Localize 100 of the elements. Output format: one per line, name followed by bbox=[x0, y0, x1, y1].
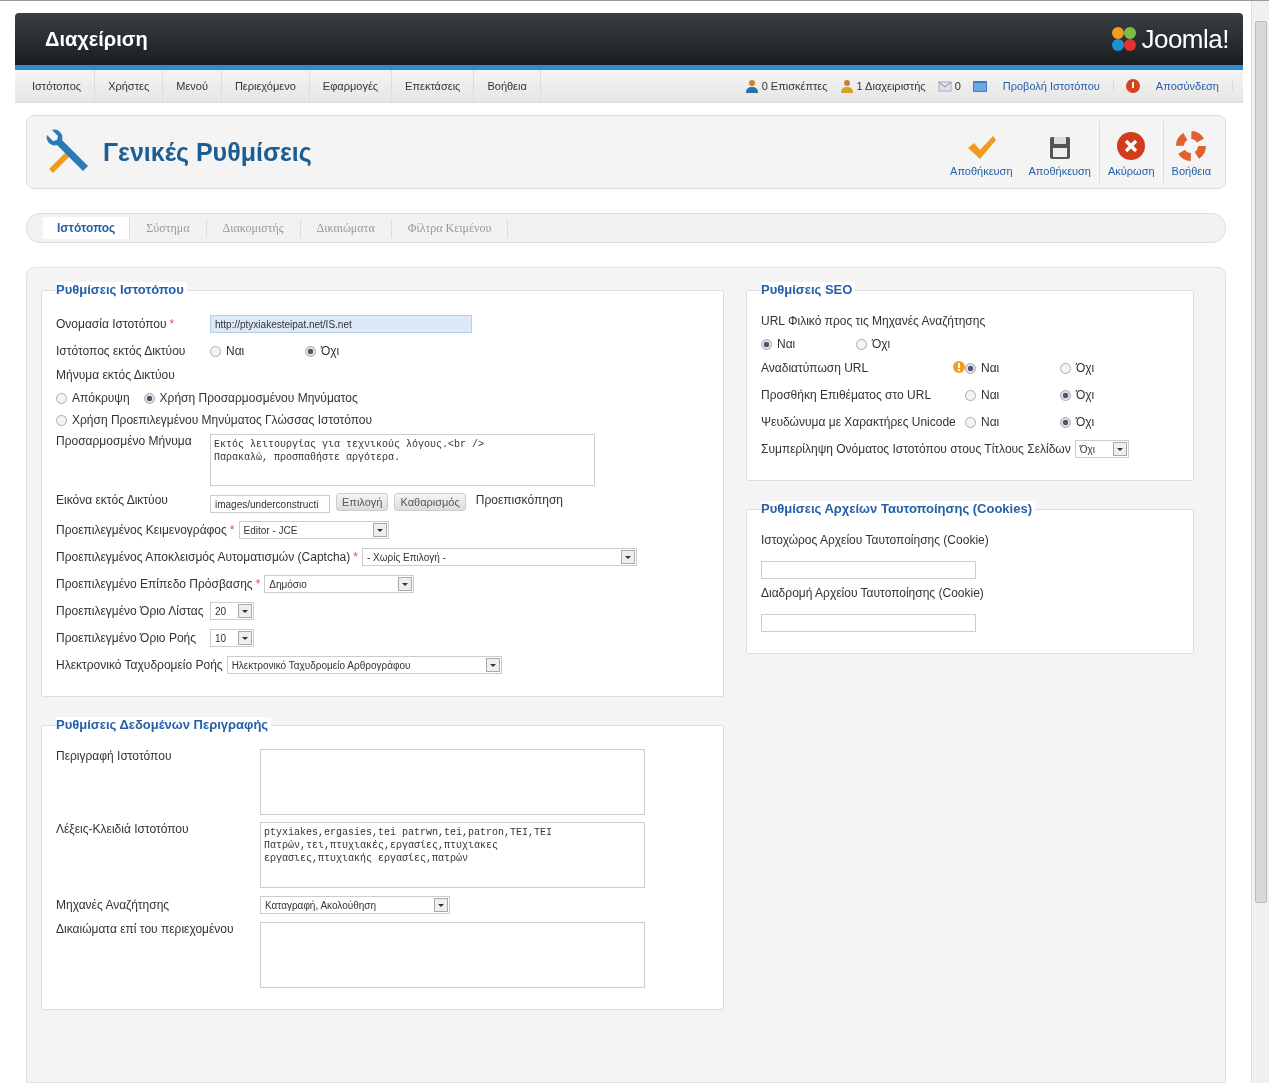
fieldset-legend: Ρυθμίσεις SEO bbox=[761, 282, 856, 297]
field-label: Προεπιλεγμένος Αποκλεισμός Αυτοματισμών (Captcha) bbox=[56, 550, 351, 564]
radio-button[interactable] bbox=[1060, 362, 1071, 374]
caret-icon bbox=[238, 604, 252, 618]
tab[interactable]: Ιστότοπος bbox=[43, 217, 131, 239]
caret-icon bbox=[1112, 442, 1127, 456]
field-label: Αναδιατύπωση URL bbox=[761, 361, 869, 375]
menu-item[interactable]: Εφαρμογές bbox=[309, 70, 393, 102]
option-label: Όχι bbox=[1076, 388, 1095, 402]
radio-button[interactable] bbox=[1060, 416, 1071, 428]
radio-button[interactable] bbox=[56, 414, 67, 426]
text-area[interactable] bbox=[260, 922, 645, 988]
radio-button[interactable] bbox=[761, 338, 772, 350]
radio-button[interactable] bbox=[210, 345, 221, 357]
field-label: Λέξεις-Κλειδιά Ιστοτόπου bbox=[56, 822, 189, 836]
field-label: Ηλεκτρονικό Ταχυδρομείο Ροής bbox=[56, 658, 223, 672]
radio-button[interactable] bbox=[965, 362, 976, 374]
field-label: Ιστοχώρος Αρχείου Ταυτοποίησης (Cookie) bbox=[761, 533, 989, 547]
field-label: Δικαιώματα επί του περιεχομένου bbox=[56, 922, 234, 936]
envelope-icon bbox=[937, 80, 952, 92]
menu-item[interactable]: Χρήστες bbox=[95, 70, 164, 102]
dropdown[interactable]: 20 bbox=[210, 602, 254, 620]
option-label: Χρήση Προεπιλεγμένου Μηνύματος Γλώσσας Ιστοτόπου bbox=[72, 413, 373, 427]
caret-icon bbox=[485, 658, 500, 672]
toolbar-button[interactable]: Αποθήκευση bbox=[942, 121, 1021, 183]
field-label: Διαδρομή Αρχείου Ταυτοποίησης (Cookie) bbox=[761, 586, 984, 600]
radio-button[interactable] bbox=[56, 392, 67, 404]
caret-icon bbox=[620, 550, 635, 564]
field-label: Περιγραφή Ιστοτόπου bbox=[56, 749, 172, 763]
dropdown[interactable]: Ηλεκτρονικό Ταχυδρομείο Αρθρογράφου bbox=[226, 656, 502, 674]
required-marker: * bbox=[255, 577, 261, 591]
power-icon bbox=[1125, 79, 1140, 93]
toolbar-button[interactable]: Ακύρωση bbox=[1099, 121, 1163, 183]
field-label: Ονομασία Ιστοτόπου bbox=[56, 317, 167, 331]
page-title: Διαχείριση bbox=[45, 27, 148, 51]
status-link[interactable]: Αποσύνδεση bbox=[1142, 80, 1233, 92]
text-area[interactable] bbox=[260, 749, 645, 815]
option-label: Όχι bbox=[872, 337, 891, 351]
field-label: URL Φιλικό προς τις Μηχανές Αναζήτησης bbox=[761, 314, 986, 328]
field-label: Προεπιλεγμένο Όριο Λίστας bbox=[56, 604, 204, 618]
menu-item[interactable]: Μενού bbox=[163, 70, 222, 102]
dropdown[interactable]: Καταγραφή, Ακολούθηση bbox=[260, 896, 450, 914]
radio-button[interactable] bbox=[965, 416, 976, 428]
dropdown[interactable]: 10 bbox=[210, 629, 254, 647]
logo: Joomla! bbox=[1110, 23, 1229, 55]
option-label: Ναι bbox=[981, 388, 1000, 402]
scrollbar[interactable] bbox=[1254, 21, 1267, 903]
dropdown[interactable]: Όχι bbox=[1074, 440, 1129, 458]
toolbar-button[interactable]: Αποθήκευση bbox=[1020, 121, 1099, 183]
lifebuoy-icon bbox=[1176, 131, 1207, 161]
required-marker: * bbox=[229, 523, 235, 537]
field-label: Προεπιλεγμένος Κειμενογράφος bbox=[56, 523, 227, 537]
menu-item[interactable]: Βοήθεια bbox=[474, 70, 541, 102]
radio-button[interactable] bbox=[1060, 389, 1071, 401]
radio-button[interactable] bbox=[965, 389, 976, 401]
status-text: 0 bbox=[954, 80, 961, 92]
option-label: Όχι bbox=[321, 344, 340, 358]
caret-icon bbox=[238, 631, 252, 645]
option-label: Ναι bbox=[226, 344, 245, 358]
toolbar-button[interactable]: Βοήθεια bbox=[1162, 121, 1219, 183]
menu-item[interactable]: Επεκτάσεις bbox=[392, 70, 475, 102]
menu-item[interactable]: Ιστότοπος bbox=[19, 70, 96, 102]
field-label: Μηχανές Αναζήτησης bbox=[56, 898, 170, 912]
radio-button[interactable] bbox=[143, 392, 155, 404]
caret-icon bbox=[434, 898, 448, 912]
text-field[interactable] bbox=[761, 614, 976, 632]
screen-icon bbox=[972, 80, 987, 92]
status-link[interactable]: Προβολή Ιστοτόπου bbox=[989, 80, 1114, 92]
field-label: Προσαρμοσμένο Μήνυμα bbox=[56, 434, 192, 448]
option-label: Ναι bbox=[981, 361, 1000, 375]
menu-item[interactable]: Περιεχόμενο bbox=[221, 70, 310, 102]
status-text: 0 Επισκέπτες bbox=[761, 80, 828, 92]
dropdown[interactable]: Δημόσιο bbox=[264, 575, 415, 593]
fieldset-legend: Ρυθμίσεις Δεδομένων Περιγραφής bbox=[56, 717, 272, 732]
option-label: Χρήση Προσαρμοσμένου Μηνύματος bbox=[159, 391, 358, 405]
field-label: Προεπιλεγμένο Όριο Ροής bbox=[56, 631, 196, 645]
caret-icon bbox=[372, 523, 387, 537]
text-field[interactable]: images/underconstructi bbox=[210, 495, 330, 513]
button[interactable]: Επιλογή bbox=[336, 493, 389, 511]
dropdown[interactable]: Editor - JCE bbox=[238, 521, 389, 539]
option-label: Όχι bbox=[1076, 361, 1095, 375]
required-marker: * bbox=[353, 550, 358, 564]
option-label: Ναι bbox=[777, 337, 796, 351]
option-label: Απόκρυψη bbox=[72, 391, 130, 405]
text-area[interactable]: Εκτός λειτουργίας για τεχνικούς λόγους.<br /> Παρακαλώ, προσπαθήστε αργότερα. bbox=[210, 434, 595, 486]
radio-button[interactable] bbox=[856, 338, 867, 350]
dropdown[interactable]: - Χωρίς Επιλογή - bbox=[361, 548, 637, 566]
field-label: Προεπιλεγμένο Επίπεδο Πρόσβασης bbox=[56, 577, 253, 591]
field-label: Συμπερίληψη Ονόματος Ιστοτόπου στους Τίτλους Σελίδων bbox=[761, 442, 1071, 456]
radio-button[interactable] bbox=[305, 345, 316, 357]
text-field[interactable] bbox=[761, 561, 976, 579]
option-label: Ναι bbox=[981, 415, 1000, 429]
button[interactable]: Καθαρισμός bbox=[394, 493, 466, 511]
text-area[interactable]: ptyxiakes,ergasies,tei patrwn,tei,patron,ΤΕΙ,ΤΕΙ Πατρών,τει,πτυχιακές,εργασίες,πτυχιακες εργασιες,πτυχιακής εργασίες,πατρών bbox=[260, 822, 645, 888]
fieldset-legend: Ρυθμίσεις Ιστοτόπου bbox=[56, 282, 187, 297]
text-field[interactable]: http://ptyxiakesteipat.net/IS.net bbox=[210, 315, 472, 333]
field-label: Ιστότοπος εκτός Δικτύου bbox=[56, 344, 186, 358]
caret-icon bbox=[398, 577, 413, 591]
page-heading: Γενικές Ρυθμίσεις bbox=[103, 137, 312, 167]
logo-icon bbox=[1110, 25, 1139, 53]
